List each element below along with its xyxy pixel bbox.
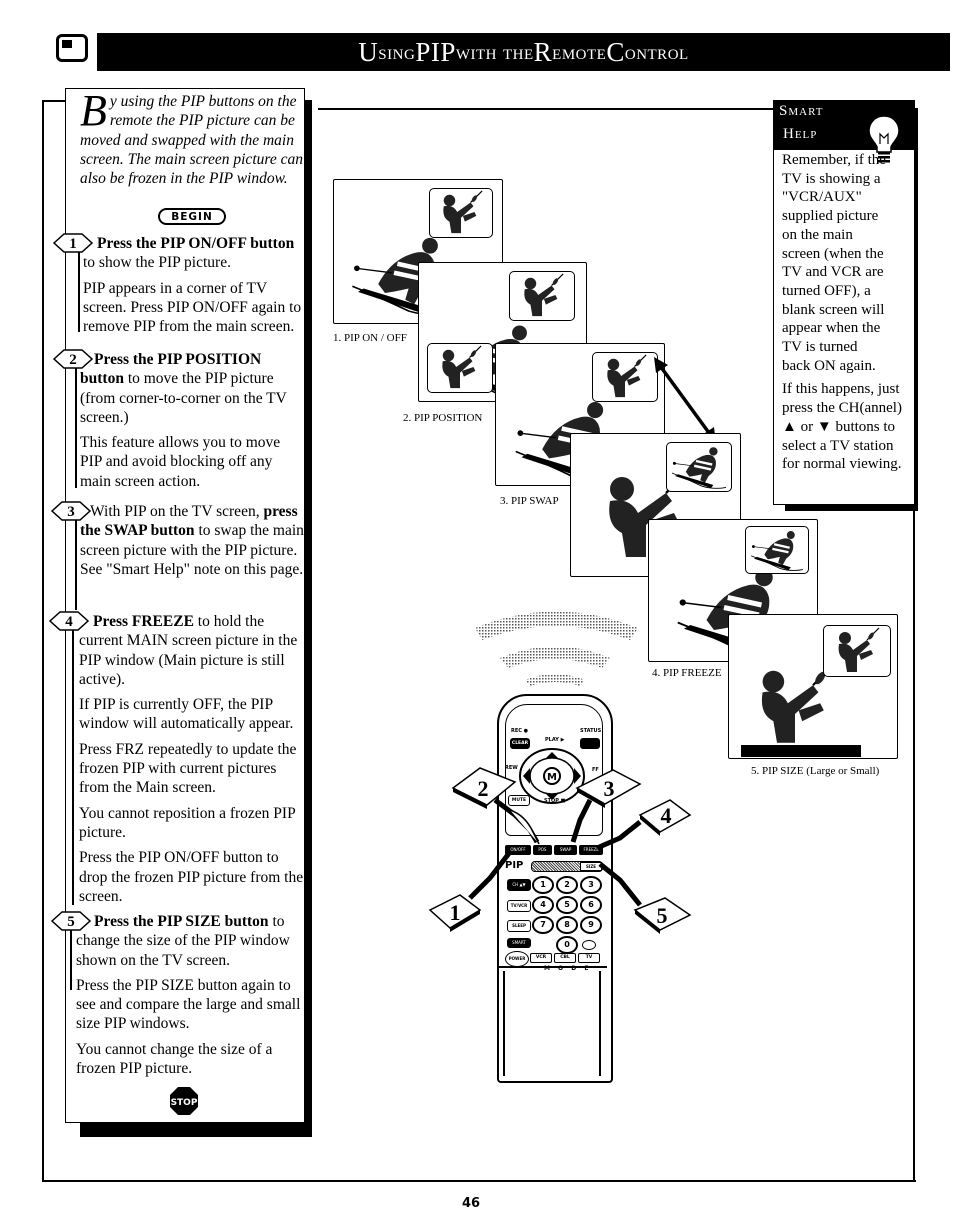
status-label: STATUS <box>580 728 602 734</box>
page-title: Using PIP with the Remote Control <box>97 33 950 71</box>
callout-5: 5 <box>598 862 692 934</box>
intro-paragraph: By using the PIP buttons on the remote t… <box>80 86 305 188</box>
step-connector <box>72 630 74 905</box>
callout-4: 4 <box>596 799 692 851</box>
illustration-pip-size <box>728 614 898 759</box>
power-button[interactable]: POWER <box>505 951 529 967</box>
caption-pip-freeze: 4. PIP FREEZE <box>652 667 722 679</box>
pointing-hands-illustration: 2 3 4 1 5 <box>428 767 692 934</box>
svg-text:3: 3 <box>67 504 75 520</box>
divider <box>42 1180 916 1182</box>
caption-pip-swap: 3. PIP SWAP <box>500 495 559 507</box>
divider <box>318 108 778 110</box>
step-number: 1 <box>69 236 77 252</box>
mode-tv-button[interactable]: TV <box>578 953 600 963</box>
intro-text: y using the PIP buttons on the remote th… <box>80 93 303 188</box>
mode-vcr-button[interactable]: VCR <box>530 953 552 963</box>
step-4: Press FREEZE to hold the current MAIN sc… <box>79 613 304 905</box>
callout-2: 2 <box>451 767 540 845</box>
divider <box>42 100 66 102</box>
step-connector <box>75 368 77 488</box>
title-part: U <box>358 36 379 67</box>
ground <box>741 745 861 757</box>
smart-help-text: Remember, if the TV is showing a "VCR/AU… <box>782 152 902 473</box>
pip-window <box>666 442 732 492</box>
help-shadow <box>785 505 918 511</box>
svg-text:4: 4 <box>65 614 73 630</box>
title-part: R <box>533 36 553 67</box>
step-2: Press the PIP POSITION button to move th… <box>80 351 287 490</box>
pip-window-frozen <box>745 526 809 574</box>
step-connector <box>78 252 80 332</box>
title-part: with the <box>455 39 534 64</box>
panel-shadow <box>305 100 312 1137</box>
svg-text:2: 2 <box>478 776 489 801</box>
title-part: sing <box>378 39 416 64</box>
archer-image <box>430 189 492 237</box>
title-part: ontrol <box>624 39 689 64</box>
tv-screen-icon <box>56 34 88 62</box>
step-5: Press the PIP SIZE button to change the … <box>76 913 301 1078</box>
drop-cap: B <box>80 86 107 135</box>
caption-pip-on-off: 1. PIP ON / OFF <box>333 332 407 344</box>
step-1: Press the PIP ON/OFF button to show the … <box>83 235 302 336</box>
panel-shadow <box>80 1123 312 1137</box>
infrared-signal-icon <box>475 611 638 686</box>
rec-label: REC ● <box>511 728 529 734</box>
title-part: C <box>606 36 625 67</box>
svg-text:1: 1 <box>450 900 461 925</box>
svg-text:4: 4 <box>661 803 672 828</box>
play-label: PLAY ▶ <box>545 737 565 743</box>
svg-text:2: 2 <box>69 352 77 368</box>
divider <box>42 100 44 1182</box>
mode-cbl-button[interactable]: CBL <box>554 953 576 963</box>
caption-pip-position: 2. PIP POSITION <box>403 412 483 424</box>
pip-window-large <box>823 625 891 677</box>
pip-window <box>429 188 493 238</box>
pip-window-top-right <box>509 271 575 321</box>
svg-text:5: 5 <box>67 914 75 930</box>
divider <box>913 500 915 1182</box>
stop-sign-icon: STOP <box>170 1087 198 1115</box>
caption-pip-size: 5. PIP SIZE (Large or Small) <box>751 765 880 777</box>
step-connector <box>70 930 72 990</box>
svg-text:STOP: STOP <box>171 1098 198 1108</box>
step-connector <box>75 520 77 610</box>
step-3: With PIP on the TV screen, press the SWA… <box>80 503 304 578</box>
title-part: PIP <box>415 36 456 67</box>
svg-text:5: 5 <box>657 903 668 928</box>
pip-window <box>592 352 658 402</box>
pip-window-bottom-left <box>427 343 493 393</box>
mode-label: M O D E <box>544 965 592 972</box>
begin-badge: BEGIN <box>158 208 226 225</box>
svg-text:3: 3 <box>604 776 615 801</box>
page-number: 46 <box>462 1196 481 1211</box>
swap-arrow-icon <box>654 357 716 443</box>
mode-button-row: VCR CBL TV <box>530 953 600 963</box>
callout-1: 1 <box>428 850 512 932</box>
title-part: emote <box>552 39 607 64</box>
